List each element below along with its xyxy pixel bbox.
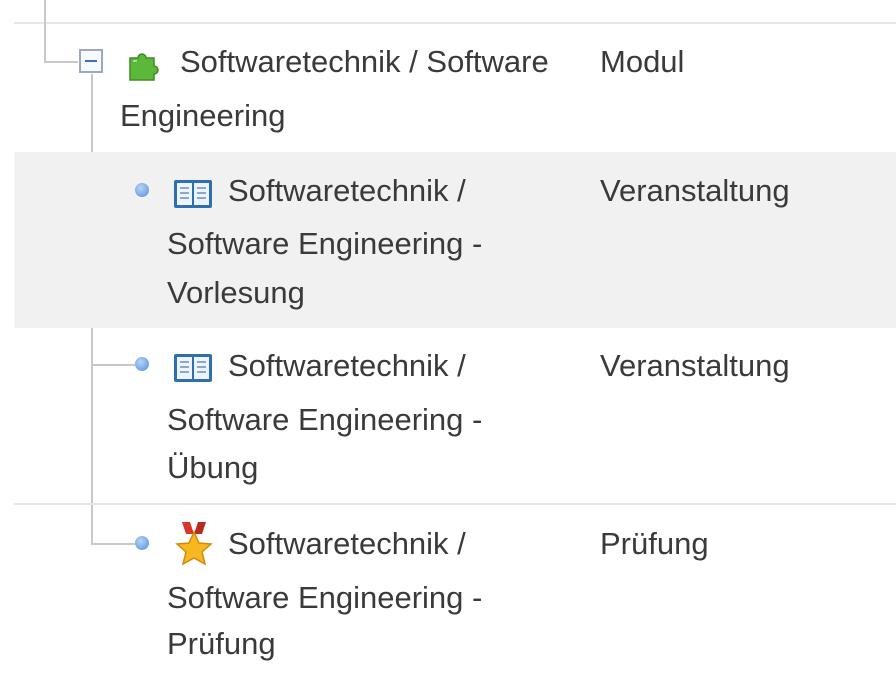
leaf-dot: [135, 183, 149, 197]
module-name-line1[interactable]: Softwaretechnik / Software: [180, 36, 549, 88]
book-icon: [174, 354, 212, 382]
medal-icon: [175, 522, 213, 566]
child-type: Veranstaltung: [600, 173, 790, 208]
structure-tree: Softwaretechnik / Software Engineering M…: [0, 0, 896, 676]
collapse-toggle[interactable]: [79, 49, 103, 73]
child-name-line3[interactable]: Übung: [167, 442, 258, 494]
child-name-line2[interactable]: Software Engineering -: [167, 394, 482, 446]
book-icon: [174, 180, 212, 208]
child-name-line2[interactable]: Software Engineering -: [167, 218, 482, 270]
module-type: Modul: [600, 44, 685, 79]
leaf-dot: [135, 536, 149, 550]
child-name-line1[interactable]: Softwaretechnik /: [228, 165, 466, 217]
child-name-line1[interactable]: Softwaretechnik /: [228, 518, 466, 570]
child-name-line2[interactable]: Software Engineering -: [167, 572, 482, 624]
module-name-line2[interactable]: Engineering: [120, 90, 285, 142]
leaf-dot: [135, 357, 149, 371]
child-name-line1[interactable]: Softwaretechnik /: [228, 340, 466, 392]
child-type: Prüfung: [600, 526, 709, 561]
child-type: Veranstaltung: [600, 348, 790, 383]
child-name-line3[interactable]: Vorlesung: [167, 267, 305, 319]
puzzle-icon: [129, 53, 159, 81]
child-name-line3[interactable]: Prüfung: [167, 618, 276, 670]
